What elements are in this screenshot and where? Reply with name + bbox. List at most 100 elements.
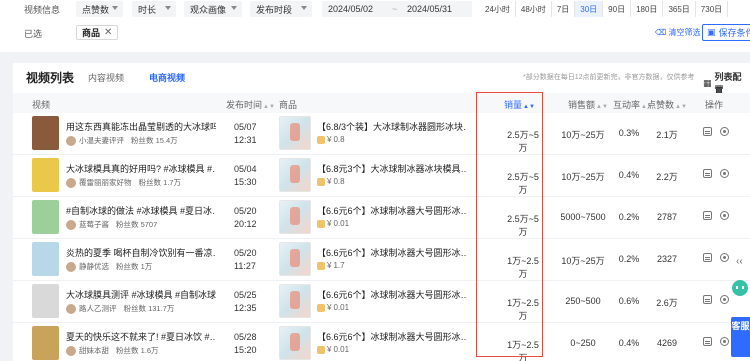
detail-icon[interactable] <box>703 253 712 262</box>
product-title[interactable]: 【6.6元6个】冰球制冰器大号圆形冰… <box>317 204 467 217</box>
product-thumbnail[interactable] <box>279 158 311 192</box>
close-icon[interactable]: ✕ <box>104 27 112 38</box>
add-icon[interactable] <box>720 337 729 346</box>
author-name[interactable]: 小温夫妻评评 <box>79 135 124 146</box>
table-row[interactable]: 夏天的快乐这不就来了! #夏日冰饮 #… 甜妹本甜 粉丝数 1.6万 05/28… <box>13 323 750 361</box>
revenue-cell: 0~250 <box>570 338 596 348</box>
video-thumbnail[interactable] <box>32 326 59 360</box>
author-name[interactable]: 静静优选 <box>79 261 109 272</box>
author-name[interactable]: 覆雷丽丽家好物 <box>79 177 132 188</box>
video-title[interactable]: 大冰球膜具测评 #冰球模具 #自制冰球… <box>66 288 216 301</box>
product-title[interactable]: 【6.6元6个】冰球制冰器大号圆形冰… <box>317 330 467 343</box>
table-row[interactable]: 炎热的夏季 喝杯自制冷饮别有一番凉… 静静优选 粉丝数 1万 05/20 11:… <box>13 239 750 281</box>
author-name[interactable]: 蓝莓子酱 <box>79 219 109 230</box>
detail-icon[interactable] <box>703 211 712 220</box>
period-7d[interactable]: 7日 <box>551 1 576 17</box>
add-icon[interactable] <box>720 253 729 262</box>
video-title[interactable]: 炎热的夏季 喝杯自制冷饮别有一番凉… <box>66 246 216 259</box>
table-row[interactable]: 用这东西真能冻出晶莹剔透的大冰球吗… 小温夫妻评评 粉丝数 15.4万 05/0… <box>13 113 750 155</box>
period-180d[interactable]: 180日 <box>631 1 664 17</box>
period-48h[interactable]: 48小时 <box>515 1 552 17</box>
sort-icon: ▲▼ <box>263 104 275 110</box>
clear-filters-link[interactable]: ⌫ 清空筛选 <box>655 27 701 38</box>
product-price: ¥0.01 <box>317 303 349 312</box>
revenue-cell: 5000~7500 <box>560 212 606 222</box>
video-title[interactable]: #自制冰球的做法 #冰球模具 #夏日冰… <box>66 204 216 217</box>
chevron-down-icon <box>231 6 237 10</box>
header-publish-time[interactable]: 发布时间▲▼ <box>226 98 275 111</box>
product-title[interactable]: 【6.8元3个】大冰球制冰器冰块模具… <box>317 162 467 175</box>
video-thumbnail[interactable] <box>32 200 59 234</box>
publish-time: 05/25 12:35 <box>234 289 257 315</box>
interaction-cell: 0.6% <box>618 296 640 306</box>
header-likes[interactable]: 点赞数▲▼ <box>647 98 687 111</box>
detail-icon[interactable] <box>703 337 712 346</box>
price-tag-icon <box>317 177 325 186</box>
period-730d[interactable]: 730日 <box>695 1 729 17</box>
price-tag-icon <box>317 135 325 144</box>
video-title[interactable]: 夏天的快乐这不就来了! #夏日冰饮 #… <box>66 330 216 343</box>
avatar[interactable] <box>66 345 76 356</box>
author-info: 小温夫妻评评 粉丝数 15.4万 <box>66 135 178 146</box>
product-thumbnail[interactable] <box>279 284 311 318</box>
publish-clock: 15:20 <box>234 345 257 355</box>
period-30d[interactable]: 30日 <box>575 1 604 17</box>
table-row[interactable]: 大冰球膜具测评 #冰球模具 #自制冰球… 路人乙测评 粉丝数 131.7万 05… <box>13 281 750 323</box>
filter-panel: 视频信息 点赞数 时长 观众画像 发布时段 2024/05/02 ~ 2024/… <box>0 0 750 52</box>
product-title[interactable]: 【6.6元6个】冰球制冰器大号圆形冰… <box>317 246 467 259</box>
author-name[interactable]: 甜妹本甜 <box>79 345 109 356</box>
tab-ecommerce-videos[interactable]: 电商视频 <box>149 71 185 84</box>
header-sales[interactable]: 销量▲▼ <box>504 98 535 111</box>
avatar[interactable] <box>66 219 76 230</box>
detail-icon[interactable] <box>703 127 712 136</box>
sales-cell: 2.5万~5万 <box>507 214 539 237</box>
avatar[interactable] <box>66 303 76 314</box>
video-thumbnail[interactable] <box>32 116 59 150</box>
author-name[interactable]: 路人乙测评 <box>79 303 117 314</box>
likes-select[interactable]: 点赞数 <box>76 1 123 17</box>
product-thumbnail[interactable] <box>279 116 311 150</box>
interaction-cell: 0.2% <box>618 254 640 264</box>
add-icon[interactable] <box>720 127 729 136</box>
customer-service-button[interactable]: 客服 <box>731 317 750 357</box>
assistant-bot-icon[interactable] <box>729 278 750 302</box>
add-icon[interactable] <box>720 169 729 178</box>
detail-icon[interactable] <box>703 169 712 178</box>
chevron-left-icon[interactable]: ‹‹ <box>736 256 743 267</box>
add-icon[interactable] <box>720 295 729 304</box>
video-title[interactable]: 大冰球模具真的好用吗? #冰球模具 #… <box>66 162 216 175</box>
product-thumbnail[interactable] <box>279 200 311 234</box>
period-365d[interactable]: 365日 <box>663 1 696 17</box>
publish-date: 05/28 <box>234 332 257 342</box>
product-price: ¥0.01 <box>317 219 349 228</box>
video-thumbnail[interactable] <box>32 284 59 318</box>
filter-chip-product[interactable]: 商品 ✕ <box>76 25 119 40</box>
publish-period-select[interactable]: 发布时段 <box>250 1 312 17</box>
table-row[interactable]: 大冰球模具真的好用吗? #冰球模具 #… 覆雷丽丽家好物 粉丝数 1.7万 05… <box>13 155 750 197</box>
period-24h[interactable]: 24小时 <box>480 1 516 17</box>
product-title[interactable]: 【6.6元6个】冰球制冰器大号圆形冰… <box>317 288 467 301</box>
avatar[interactable] <box>66 261 76 272</box>
product-thumbnail[interactable] <box>279 326 311 360</box>
period-90d[interactable]: 90日 <box>603 1 632 17</box>
save-condition-button[interactable]: ▣保存条件 <box>702 24 750 41</box>
date-range-picker[interactable]: 2024/05/02 ~ 2024/05/31 <box>322 1 472 17</box>
header-revenue[interactable]: 销售额▲▼ <box>568 98 608 111</box>
add-icon[interactable] <box>720 211 729 220</box>
product-title[interactable]: 【6.8/3个装】大冰球制冰器圆形冰块… <box>317 120 467 133</box>
audience-select[interactable]: 观众画像 <box>184 1 242 17</box>
table-row[interactable]: #自制冰球的做法 #冰球模具 #夏日冰… 蓝莓子酱 粉丝数 5707 05/20… <box>13 197 750 239</box>
header-video: 视频 <box>32 100 51 110</box>
revenue-cell: 10万~25万 <box>561 256 605 266</box>
video-thumbnail[interactable] <box>32 158 59 192</box>
video-title[interactable]: 用这东西真能冻出晶莹剔透的大冰球吗… <box>66 120 216 133</box>
author-info: 蓝莓子酱 粉丝数 5707 <box>66 219 157 230</box>
duration-select[interactable]: 时长 <box>132 1 176 17</box>
avatar[interactable] <box>66 135 76 146</box>
tab-content-videos[interactable]: 内容视频 <box>88 71 124 84</box>
save-condition-label: 保存条件 <box>718 28 750 38</box>
avatar[interactable] <box>66 177 76 188</box>
video-thumbnail[interactable] <box>32 242 59 276</box>
product-thumbnail[interactable] <box>279 242 311 276</box>
detail-icon[interactable] <box>703 295 712 304</box>
